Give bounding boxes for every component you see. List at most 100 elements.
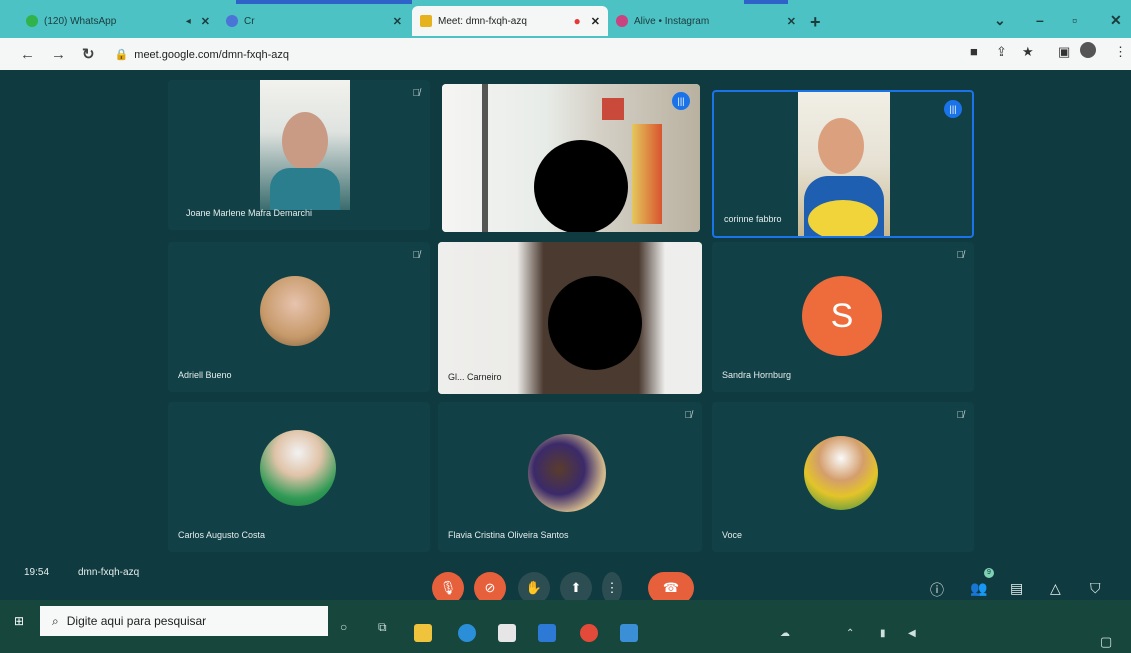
participant-video	[260, 80, 350, 210]
face	[818, 118, 864, 174]
edge-icon[interactable]	[458, 624, 476, 642]
close-icon[interactable]: ✕	[201, 15, 210, 28]
participant-name: Sandra Hornburg	[722, 370, 792, 380]
windows-start-icon[interactable]: ⊞	[14, 614, 28, 628]
participant-name: Joane Marlene Mafra Demarchi	[186, 208, 313, 218]
participant-name: Gl... Carneiro	[448, 372, 502, 382]
file-explorer-icon[interactable]	[414, 624, 432, 642]
mic-off-icon: 🎙̸	[956, 250, 965, 261]
cortana-icon[interactable]: ○	[340, 620, 347, 634]
whatsapp-icon	[26, 15, 38, 27]
menu-icon[interactable]: ⋮	[1114, 44, 1127, 60]
chevron-up-icon[interactable]: ⌃	[846, 628, 854, 639]
close-window-icon[interactable]: ✕	[1110, 12, 1122, 29]
meet-stage: 🎙̸ Joane Marlene Mafra Demarchi ||| ||| …	[0, 70, 1131, 604]
notification-icon[interactable]: ▢	[1100, 634, 1112, 650]
participants-count-badge: 9	[984, 568, 994, 578]
people-icon[interactable]: 👥	[970, 580, 987, 597]
restore-icon[interactable]: ▫	[1072, 12, 1077, 28]
participant-avatar	[528, 434, 606, 512]
participant-tile[interactable]: S 🎙̸ Sandra Hornburg	[712, 242, 974, 392]
search-placeholder: Digite aqui para pesquisar	[66, 614, 207, 628]
lock-icon: 🔒	[114, 48, 129, 61]
tab-whatsapp[interactable]: (120) WhatsApp ◂ ✕	[18, 6, 218, 36]
url-text: meet.google.com/dmn-fxqh-azq	[134, 48, 289, 61]
close-icon[interactable]: ✕	[591, 15, 600, 28]
shirt	[270, 168, 340, 210]
participant-tile[interactable]: 🎙̸ Flavia Cristina Oliveira Santos	[438, 402, 702, 552]
tab-title: Meet: dmn-fxqh-azq	[438, 15, 527, 27]
participant-video	[798, 92, 890, 236]
meet-icon	[420, 15, 432, 27]
taskbar-search[interactable]: ⌕ Digite aqui para pesquisar	[40, 606, 328, 636]
mic-off-icon: 🎙̸	[412, 88, 421, 99]
tab-title: Cr	[244, 15, 255, 27]
tab-indicator	[744, 0, 788, 4]
sidepanel-icon[interactable]: ▣	[1058, 44, 1070, 60]
profile-avatar[interactable]	[1080, 42, 1096, 58]
network-icon[interactable]: ▮	[880, 628, 886, 639]
app-icon[interactable]	[620, 624, 638, 642]
instagram-icon	[616, 15, 628, 27]
tab-search-icon[interactable]: ⌄	[994, 12, 1006, 29]
participant-name: Adriell Bueno	[178, 370, 232, 380]
forward-icon[interactable]: →	[51, 46, 66, 63]
tab-instagram[interactable]: Alive • Instagram ✕	[608, 6, 804, 36]
activities-icon[interactable]: △	[1050, 580, 1061, 597]
browser-tab-strip: (120) WhatsApp ◂ ✕ Cr ✕ Meet: dmn-fxqh-a…	[0, 0, 1131, 38]
minimize-icon[interactable]: –	[1036, 12, 1044, 28]
participant-tile[interactable]: |||	[442, 84, 700, 232]
face	[282, 112, 328, 170]
camera-icon[interactable]: ■	[970, 44, 978, 59]
google-icon	[226, 15, 238, 27]
participant-tile[interactable]: Carlos Augusto Costa	[168, 402, 430, 552]
mic-off-icon: 🎙̸	[412, 250, 421, 261]
participant-name: Voce	[722, 530, 743, 540]
weather-icon[interactable]: ☁	[780, 628, 790, 639]
mic-off-icon: 🎙	[439, 580, 457, 595]
curtain	[482, 84, 488, 232]
chrome-icon[interactable]	[580, 624, 598, 642]
volume-icon[interactable]: ◀	[908, 628, 916, 639]
meeting-code: dmn-fxqh-azq	[78, 567, 140, 578]
flag	[632, 124, 662, 224]
recording-icon: ●	[573, 14, 581, 28]
store-icon[interactable]	[498, 624, 516, 642]
new-tab-button[interactable]: +	[810, 12, 821, 33]
participant-tile[interactable]: 🎙̸ Adriell Bueno	[168, 242, 430, 392]
mail-icon[interactable]	[538, 624, 556, 642]
participant-tile[interactable]: 🎙̸ Voce	[712, 402, 974, 552]
present-icon: ⬆	[570, 580, 582, 595]
participant-avatar	[804, 436, 878, 510]
participant-tile[interactable]: 🎙̸ Joane Marlene Mafra Demarchi	[168, 80, 430, 230]
tab-indicator	[236, 0, 412, 4]
mic-off-icon: 🎙̸	[956, 410, 965, 421]
participant-name: Flavia Cristina Oliveira Santos	[448, 530, 569, 540]
back-icon[interactable]: ←	[20, 46, 35, 63]
task-view-icon[interactable]: ⧉	[378, 620, 387, 635]
wall-picture	[602, 98, 624, 120]
reload-icon[interactable]: ↻	[82, 45, 95, 63]
share-icon[interactable]: ⇪	[996, 44, 1007, 60]
host-controls-icon[interactable]: ⛉	[1090, 580, 1101, 597]
participant-letter-avatar: S	[802, 276, 882, 356]
url-field[interactable]: 🔒 meet.google.com/dmn-fxqh-azq	[115, 48, 289, 61]
participant-name: Carlos Augusto Costa	[178, 530, 266, 540]
speaking-indicator-icon: |||	[672, 92, 690, 110]
participant-name: corinne fabbro	[724, 214, 782, 224]
tab-google[interactable]: Cr ✕	[218, 6, 410, 36]
chat-icon[interactable]: ▤	[1010, 580, 1023, 597]
participant-tile[interactable]: Gl... Carneiro	[438, 242, 702, 394]
participant-avatar	[260, 430, 336, 506]
camera-off-icon: ⊘	[484, 580, 496, 595]
participant-tile[interactable]: ||| corinne fabbro	[712, 90, 974, 238]
tab-meet[interactable]: Meet: dmn-fxqh-azq ● ✕	[412, 6, 608, 36]
close-icon[interactable]: ✕	[393, 15, 402, 28]
info-icon[interactable]: ⓘ	[930, 580, 944, 600]
star-icon[interactable]: ★	[1022, 44, 1034, 60]
meeting-time: 19:54	[24, 567, 50, 578]
speaker-icon: ◂	[185, 15, 191, 27]
tab-title: Alive • Instagram	[634, 15, 710, 27]
close-icon[interactable]: ✕	[787, 15, 796, 28]
yellow-object	[808, 200, 878, 236]
